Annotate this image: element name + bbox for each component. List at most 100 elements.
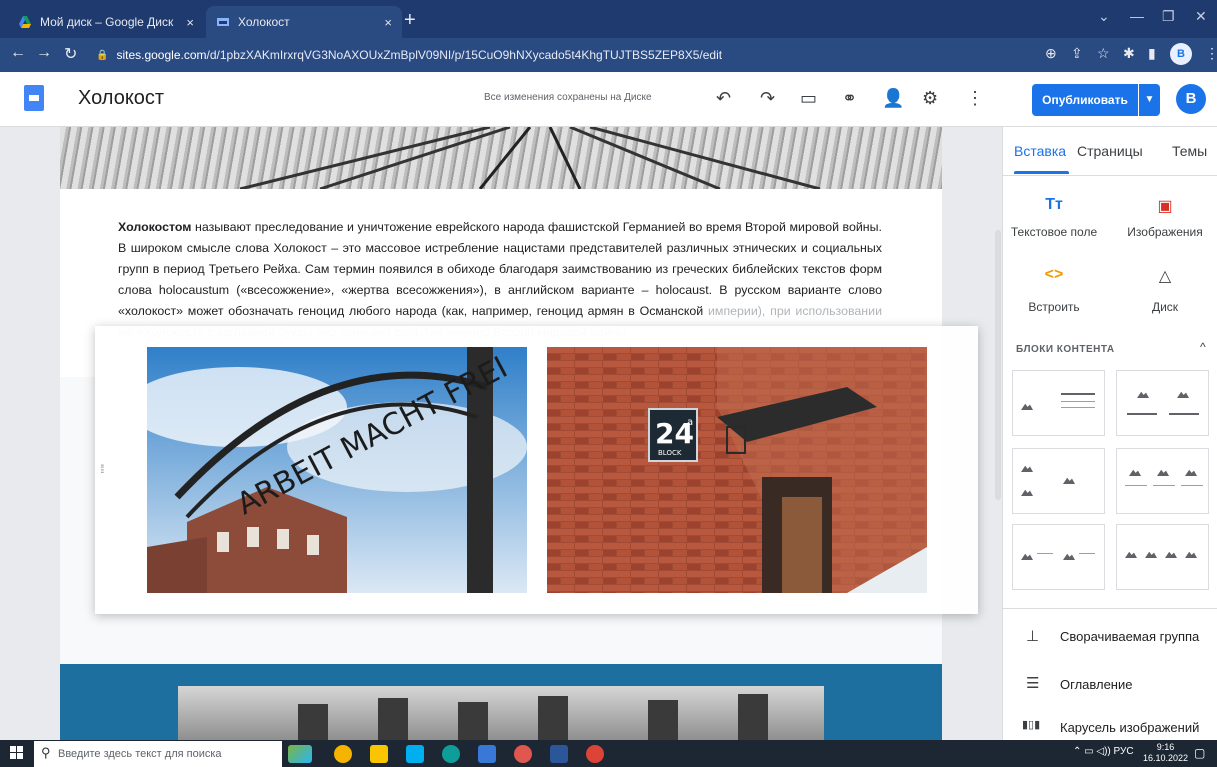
file-explorer-icon[interactable] (370, 745, 388, 763)
embed-icon[interactable]: <> (1034, 266, 1074, 284)
url-host: sites.google.com (116, 48, 207, 62)
close-icon[interactable]: × (384, 15, 392, 30)
insert-table-of-contents[interactable]: Оглавление (1060, 677, 1132, 692)
intro-paragraph[interactable]: Холокостом называют преследование и унич… (118, 217, 882, 343)
layout-block-image-text[interactable] (1012, 370, 1105, 436)
chrome-active-icon[interactable] (586, 745, 604, 763)
canvas-scrollbar[interactable] (995, 230, 1001, 500)
google-sites-logo-icon[interactable] (24, 85, 44, 111)
address-bar[interactable]: 🔒 sites.google.com /d/1pbzXAKmIrxrqVG3No… (96, 42, 1016, 68)
gate-sign-photo[interactable]: ARBEIT MACHT FREI (147, 347, 527, 593)
content-blocks-heading: БЛОКИ КОНТЕНТА (1016, 344, 1115, 355)
images-icon[interactable]: ▣ (1145, 196, 1185, 216)
tab-insert[interactable]: Вставка (1014, 143, 1066, 159)
menu-icon[interactable]: ⋮ (1205, 45, 1217, 62)
share-with-others-icon[interactable]: 👤 (882, 88, 904, 109)
close-icon[interactable]: × (186, 15, 194, 30)
block-line (1127, 413, 1157, 415)
barracks-photo[interactable] (178, 686, 824, 744)
active-tab-indicator (1014, 171, 1069, 174)
insert-embed[interactable]: Встроить (999, 300, 1109, 314)
tab-pages[interactable]: Страницы (1077, 143, 1143, 159)
skype-icon[interactable] (406, 745, 424, 763)
block-line (1153, 485, 1175, 486)
drag-handle-icon[interactable]: ⁞⁞ (100, 462, 104, 476)
close-window-icon[interactable]: ✕ (1195, 8, 1207, 25)
text-box-icon[interactable]: Tт (1034, 196, 1074, 214)
side-panel-icon[interactable]: ▮ (1148, 45, 1156, 62)
settings-gear-icon[interactable]: ⚙ (922, 88, 938, 109)
taskbar-clock[interactable]: 9:16 16.10.2022 (1143, 742, 1188, 764)
chrome-icon[interactable] (334, 745, 352, 763)
more-vert-icon[interactable]: ⋮ (966, 88, 984, 109)
bookmark-star-icon[interactable]: ☆ (1097, 45, 1110, 62)
word-icon[interactable] (550, 745, 568, 763)
publish-dropdown-icon[interactable]: ▼ (1138, 84, 1160, 116)
tab-search-icon[interactable]: ⌄ (1098, 8, 1110, 25)
news-widget-icon[interactable] (288, 745, 312, 763)
block-image-icon (1129, 469, 1141, 476)
block-line (1061, 401, 1095, 402)
taskbar-search-placeholder: Введите здесь текст для поиска (58, 748, 222, 760)
tab-title: Мой диск – Google Диск (40, 15, 174, 29)
insert-image-carousel[interactable]: Карусель изображений (1060, 720, 1199, 735)
tab-title: Холокост (238, 15, 290, 29)
profile-avatar[interactable]: B (1170, 43, 1192, 65)
drive-icon[interactable]: △ (1145, 266, 1185, 286)
image-carousel-icon: ▮▯▮ (1022, 719, 1041, 731)
preview-icon[interactable]: ▭ (800, 88, 817, 109)
tab-themes[interactable]: Темы (1172, 143, 1207, 159)
forward-icon[interactable]: → (36, 44, 52, 62)
block-word: BLOCK (658, 449, 682, 457)
layout-block-two-image-text[interactable] (1012, 524, 1105, 590)
system-tray[interactable]: ⌃ ▭ ◁)) РУС (1073, 746, 1134, 757)
tab-holocaust[interactable]: Холокост × (206, 6, 402, 38)
maximize-icon[interactable]: ❐ (1162, 8, 1175, 25)
block-image-icon (1157, 469, 1169, 476)
taskbar-search-input[interactable]: ⚲ Введите здесь текст для поиска (34, 741, 282, 767)
tab-google-drive[interactable]: Мой диск – Google Диск × (8, 6, 204, 38)
chevron-up-icon[interactable]: ^ (1200, 340, 1206, 354)
insert-drive[interactable]: Диск (1110, 300, 1217, 314)
layout-block-three-images[interactable] (1116, 448, 1209, 514)
new-tab-button[interactable]: + (404, 9, 416, 32)
link-icon[interactable]: ⚭ (842, 88, 857, 109)
layout-block-collage[interactable] (1012, 448, 1105, 514)
save-app-icon[interactable] (478, 745, 496, 763)
block24-photo[interactable]: 24 a BLOCK (547, 347, 927, 593)
undo-icon[interactable]: ↶ (716, 88, 731, 109)
reload-icon[interactable]: ↻ (64, 44, 77, 64)
block-line (1169, 413, 1199, 415)
minimize-icon[interactable]: — (1130, 8, 1144, 24)
account-avatar[interactable]: B (1176, 84, 1206, 114)
insert-images[interactable]: Изображения (1110, 225, 1217, 239)
publish-button[interactable]: Опубликовать (1032, 84, 1138, 116)
paragraph-bold-term: Холокостом (118, 220, 192, 234)
block-image-icon (1137, 391, 1149, 398)
google-drive-icon (18, 15, 32, 29)
back-icon[interactable]: ← (10, 44, 26, 62)
block-image-icon (1063, 553, 1075, 560)
edge-icon[interactable] (442, 745, 460, 763)
extensions-icon[interactable]: ✱ (1123, 45, 1135, 62)
block-image-icon (1185, 469, 1197, 476)
tray-icons: ⌃ ▭ ◁)) (1073, 746, 1114, 757)
block-image-icon (1185, 551, 1197, 558)
zoom-icon[interactable]: ⊕ (1045, 45, 1057, 62)
insert-collapsible-group[interactable]: Сворачиваемая группа (1060, 629, 1199, 644)
input-language: РУС (1113, 746, 1134, 757)
insert-text-box[interactable]: Текстовое поле (999, 225, 1109, 239)
chrome-profile-icon[interactable] (514, 745, 532, 763)
notifications-icon[interactable]: ▢ (1194, 746, 1205, 760)
redo-icon[interactable]: ↷ (760, 88, 775, 109)
search-icon: ⚲ (41, 745, 51, 760)
table-of-contents-icon: ☰ (1026, 675, 1040, 692)
page-title[interactable]: Холокост (78, 87, 164, 110)
block-line (1037, 553, 1053, 554)
layout-block-two-images[interactable] (1116, 370, 1209, 436)
layout-block-four-images[interactable] (1116, 524, 1209, 590)
block-image-icon (1063, 477, 1075, 484)
block-line (1061, 393, 1095, 395)
share-icon[interactable]: ⇪ (1071, 45, 1083, 62)
windows-start-icon[interactable] (10, 746, 24, 760)
